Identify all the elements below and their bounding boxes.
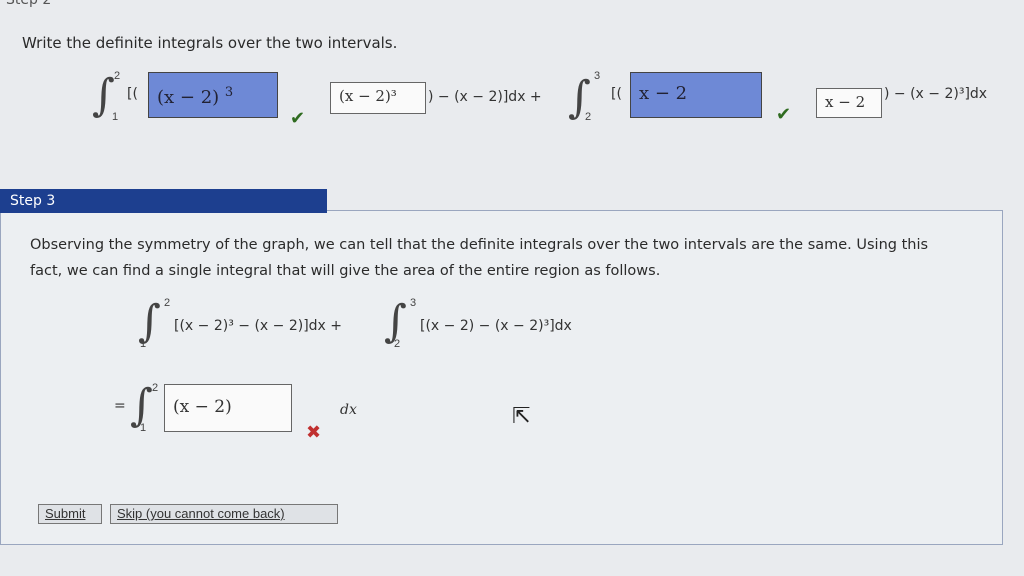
checkmark-icon: ✔ — [290, 108, 306, 129]
answer-input[interactable]: (x − 2) — [164, 384, 292, 432]
upper-limit: 3 — [594, 70, 601, 82]
step3-explanation: Observing the symmetry of the graph, we … — [30, 237, 929, 279]
step2-prompt: Write the definite integrals over the tw… — [22, 34, 398, 52]
step2-title: Step 2 — [6, 0, 52, 8]
answer-box-2[interactable]: (x − 2)³ — [330, 82, 426, 114]
upper-limit: 3 — [410, 297, 417, 309]
bracket-prefix: [( — [127, 86, 138, 102]
integral2-expression: [(x − 2) − (x − 2)³]dx — [420, 318, 572, 334]
dx-label: dx — [340, 402, 357, 418]
x-mark-icon: ✖ — [306, 422, 322, 443]
lower-limit: 2 — [585, 111, 592, 123]
bracket-prefix: [( — [611, 86, 622, 102]
answer-box-1-value: (x − 2) — [157, 87, 220, 108]
answer-box-1-exponent: 3 — [224, 85, 234, 100]
step3-header: Step 3 — [0, 189, 327, 213]
submit-button[interactable]: Submit — [38, 504, 102, 524]
lower-limit: 2 — [394, 338, 401, 350]
lower-limit: 1 — [140, 422, 147, 434]
integral1-expression: [(x − 2)³ − (x − 2)]dx + — [174, 318, 343, 334]
equals-sign: = — [114, 398, 126, 414]
upper-limit: 2 — [114, 70, 121, 82]
mouse-pointer-icon: ⇱ — [512, 404, 531, 429]
answer-box-4[interactable]: x − 2 — [816, 88, 882, 118]
checkmark-icon: ✔ — [776, 104, 792, 125]
integral2-suffix: ) − (x − 2)³]dx — [884, 86, 988, 102]
integral1-suffix: ) − (x − 2)]dx + — [428, 89, 542, 105]
upper-limit: 2 — [152, 382, 159, 394]
answer-box-3[interactable]: x − 2 — [630, 72, 762, 118]
lower-limit: 1 — [112, 111, 119, 123]
lower-limit: 1 — [140, 338, 147, 350]
answer-box-1[interactable]: (x − 2) 3 — [148, 72, 278, 118]
upper-limit: 2 — [164, 297, 171, 309]
skip-button[interactable]: Skip (you cannot come back) — [110, 504, 338, 524]
